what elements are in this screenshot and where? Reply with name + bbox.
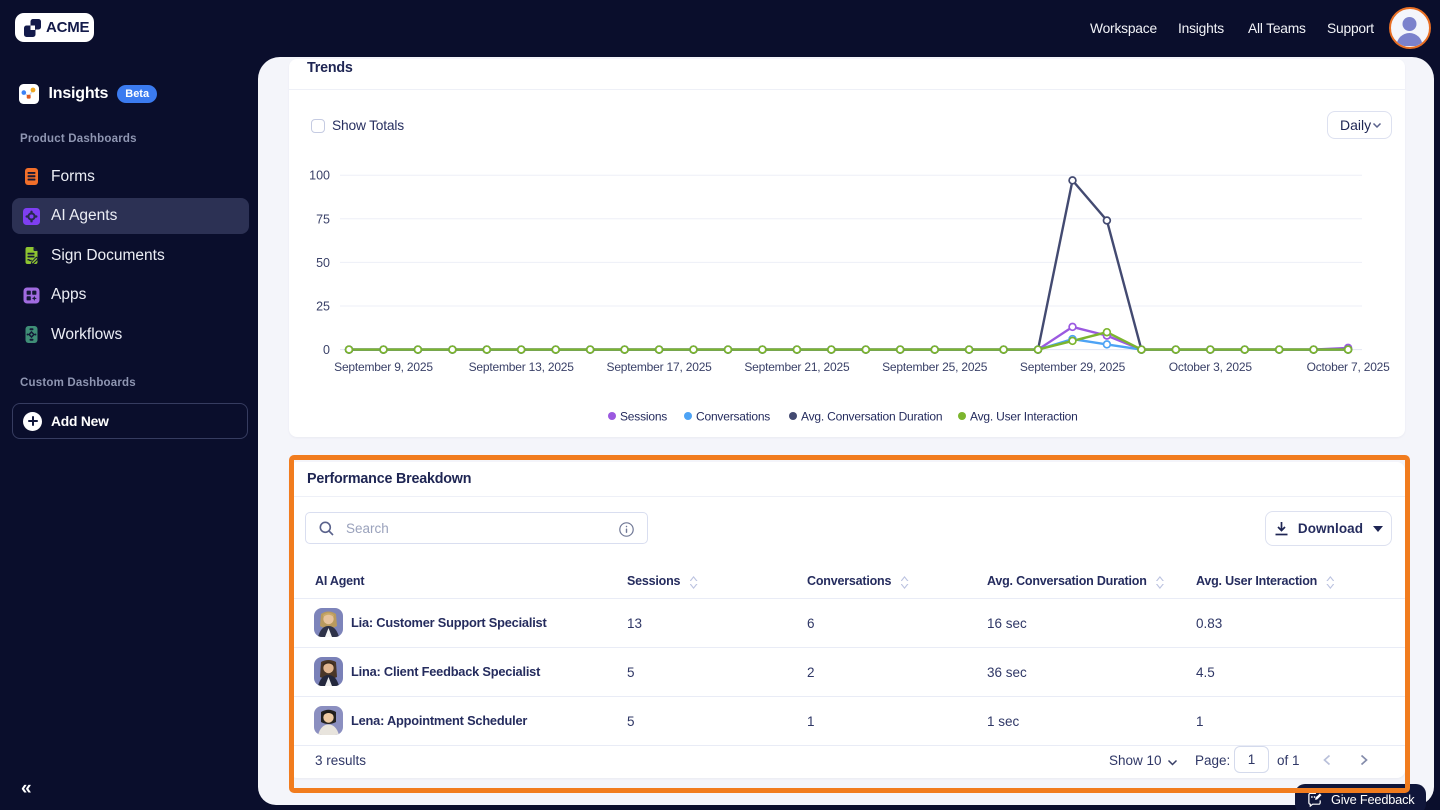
svg-text:September 29, 2025: September 29, 2025 — [1020, 360, 1126, 374]
svg-text:75: 75 — [316, 212, 330, 226]
svg-text:Avg. User Interaction: Avg. User Interaction — [970, 410, 1078, 424]
svg-text:Avg. Conversation Duration: Avg. Conversation Duration — [801, 410, 942, 424]
svg-text:October 7, 2025: October 7, 2025 — [1307, 360, 1391, 374]
svg-text:September 25, 2025: September 25, 2025 — [882, 360, 988, 374]
svg-text:Sessions: Sessions — [620, 410, 667, 424]
svg-text:September 17, 2025: September 17, 2025 — [607, 360, 713, 374]
svg-text:October 3, 2025: October 3, 2025 — [1169, 360, 1253, 374]
svg-text:50: 50 — [316, 256, 330, 270]
svg-text:September 9, 2025: September 9, 2025 — [334, 360, 433, 374]
svg-text:25: 25 — [316, 300, 330, 314]
svg-text:100: 100 — [309, 169, 330, 183]
svg-text:Conversations: Conversations — [696, 410, 770, 424]
svg-text:September 21, 2025: September 21, 2025 — [744, 360, 850, 374]
svg-text:September 13, 2025: September 13, 2025 — [469, 360, 575, 374]
svg-text:0: 0 — [323, 343, 330, 357]
